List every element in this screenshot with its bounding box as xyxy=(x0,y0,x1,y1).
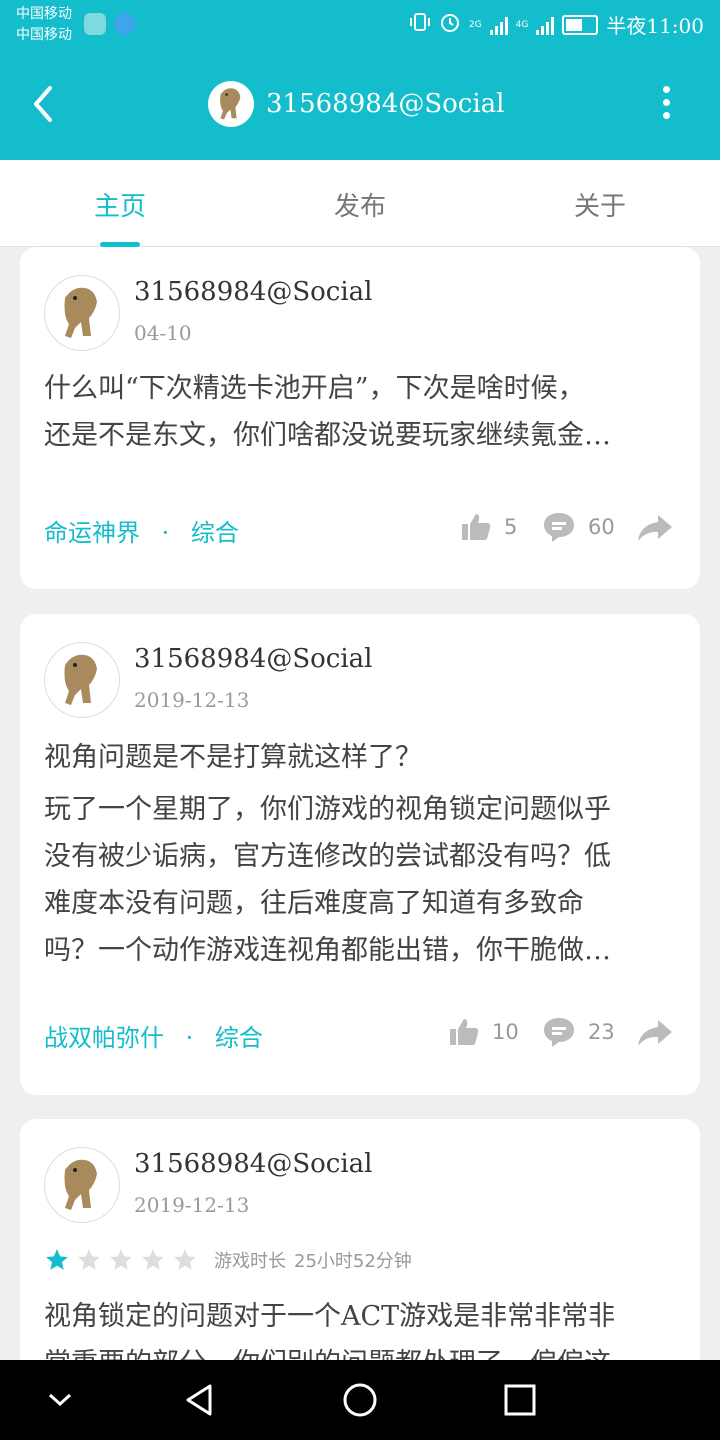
share-button[interactable] xyxy=(636,513,674,543)
app-store-icon xyxy=(84,13,106,35)
star-icon xyxy=(142,1249,164,1270)
post-body-line: 没有被少诟病，官方连修改的尝试都没有吗？低 xyxy=(44,841,611,872)
post-username[interactable]: 31568984@Social xyxy=(134,277,373,307)
tag-separator: · xyxy=(161,519,170,547)
nav-home-button[interactable] xyxy=(340,1380,380,1420)
horse-avatar-icon xyxy=(64,287,97,338)
nav-back-button[interactable] xyxy=(180,1380,220,1420)
horse-avatar-icon xyxy=(220,88,241,120)
post-title[interactable]: 视角问题是不是打算就这样了？ xyxy=(44,734,684,781)
post-feed[interactable]: 31568984@Social 04-10 什么叫“下次精选卡池开启”，下次是啥… xyxy=(0,247,720,1360)
nav-recents-button[interactable] xyxy=(500,1380,540,1420)
post-body-line: 吗？一个动作游戏连视角都能出错，你干脆做… xyxy=(44,935,611,966)
category-tag[interactable]: 综合 xyxy=(191,519,239,547)
rating-stars: 游戏时长 25小时52分钟 xyxy=(44,1247,412,1273)
share-button[interactable] xyxy=(636,1018,674,1048)
clock: 半夜11:00 xyxy=(606,14,704,38)
thumbs-up-icon xyxy=(462,514,491,540)
star-icon xyxy=(46,1249,68,1270)
post-body-line: 视角锁定的问题对于一个ACT游戏是非常非常非 xyxy=(44,1301,616,1332)
tab-posts[interactable]: 发布 xyxy=(280,186,440,223)
share-icon xyxy=(638,1020,672,1046)
tag-separator: · xyxy=(185,1024,194,1052)
vibrate-icon xyxy=(409,11,431,38)
carrier-info: 中国移动 中国移动 xyxy=(16,4,72,46)
avatar[interactable] xyxy=(44,642,120,718)
star-icon xyxy=(110,1249,132,1270)
post-card[interactable]: 31568984@Social 2019-12-13 游戏时长 25小时52分钟… xyxy=(20,1119,700,1360)
playtime-value: 25小时52分钟 xyxy=(294,1251,412,1272)
nav-collapse-icon xyxy=(48,1393,72,1407)
carrier-label-2: 中国移动 xyxy=(16,27,72,43)
carrier-label-1: 中国移动 xyxy=(16,6,72,22)
post-date: 04-10 xyxy=(134,321,192,345)
comment-icon xyxy=(544,1018,574,1047)
net-label-1: 2G xyxy=(468,19,482,30)
horse-avatar-icon xyxy=(64,1159,97,1210)
share-icon xyxy=(638,515,672,541)
header-avatar xyxy=(208,81,254,127)
post-tags: 命运神界 · 综合 xyxy=(44,513,239,548)
comment-count: 23 xyxy=(588,1020,615,1044)
back-arrow-icon xyxy=(34,86,52,122)
post-username[interactable]: 31568984@Social xyxy=(134,1149,373,1179)
post-body[interactable]: 什么叫“下次精选卡池开启”，下次是啥时候， 还是不是东文，你们啥都没说要玩家继续… xyxy=(44,365,684,459)
post-body[interactable]: 视角锁定的问题对于一个ACT游戏是非常非常非 常重要的部分，你们别的问题都处理了… xyxy=(44,1293,684,1360)
post-body-line: 常重要的部分，你们别的问题都处理了，偏偏这 xyxy=(44,1340,684,1360)
star-icon xyxy=(174,1249,196,1270)
star-row xyxy=(44,1247,204,1273)
signal-icon xyxy=(489,15,508,35)
nav-recents-icon xyxy=(504,1384,536,1416)
comment-button[interactable]: 23 xyxy=(542,1016,615,1048)
back-button[interactable] xyxy=(28,82,68,128)
like-button[interactable]: 10 xyxy=(448,1016,519,1048)
comment-icon xyxy=(544,513,574,542)
like-count: 5 xyxy=(504,515,518,539)
system-nav-bar xyxy=(0,1360,720,1440)
tab-about[interactable]: 关于 xyxy=(520,186,680,223)
comment-button[interactable]: 60 xyxy=(542,511,615,543)
post-date: 2019-12-13 xyxy=(134,1193,250,1217)
post-body-line: 还是不是东文，你们啥都没说要玩家继续氪金… xyxy=(44,420,611,451)
signal-icon-2 xyxy=(536,15,555,35)
more-vertical-icon xyxy=(656,86,676,119)
post-date: 2019-12-13 xyxy=(134,688,250,712)
status-right: 2G 4G 半夜11:00 xyxy=(409,10,704,39)
nav-back-icon xyxy=(186,1384,212,1416)
post-body-line: 玩了一个星期了，你们游戏的视角锁定问题似乎 xyxy=(44,794,611,825)
playtime-label: 游戏时长 xyxy=(214,1251,286,1272)
nav-home-icon xyxy=(343,1383,377,1417)
horse-avatar-icon xyxy=(64,654,97,705)
avatar[interactable] xyxy=(44,275,120,351)
thumbs-up-icon xyxy=(450,1019,479,1045)
post-body-line: 难度本没有问题，往后难度高了知道有多致命 xyxy=(44,888,584,919)
app-header: 中国移动 中国移动 2G 4G 半夜11:00 31568984@Social xyxy=(0,0,720,160)
game-tag[interactable]: 战双帕弥什 xyxy=(44,1024,164,1052)
post-username[interactable]: 31568984@Social xyxy=(134,644,373,674)
game-tag[interactable]: 命运神界 xyxy=(44,519,140,547)
net-label-2: 4G xyxy=(515,19,529,30)
shield-icon xyxy=(114,13,136,35)
more-menu-button[interactable] xyxy=(656,86,676,126)
alarm-icon xyxy=(439,11,461,38)
tab-home[interactable]: 主页 xyxy=(40,186,200,223)
post-body[interactable]: 玩了一个星期了，你们游戏的视角锁定问题似乎 没有被少诟病，官方连修改的尝试都没有… xyxy=(44,786,684,974)
comment-count: 60 xyxy=(588,515,615,539)
post-tags: 战双帕弥什 · 综合 xyxy=(44,1018,263,1053)
category-tag[interactable]: 综合 xyxy=(215,1024,263,1052)
post-card[interactable]: 31568984@Social 2019-12-13 视角问题是不是打算就这样了… xyxy=(20,614,700,1095)
header-title: 31568984@Social xyxy=(266,89,505,119)
star-icon xyxy=(78,1249,100,1270)
profile-tabs: 主页 发布 关于 xyxy=(0,160,720,247)
status-bar: 中国移动 中国移动 2G 4G 半夜11:00 xyxy=(0,0,720,50)
avatar[interactable] xyxy=(44,1147,120,1223)
post-card[interactable]: 31568984@Social 04-10 什么叫“下次精选卡池开启”，下次是啥… xyxy=(20,247,700,589)
post-body-line: 什么叫“下次精选卡池开启”，下次是啥时候， xyxy=(44,373,585,404)
like-count: 10 xyxy=(492,1020,519,1044)
nav-collapse-button[interactable] xyxy=(40,1380,80,1420)
like-button[interactable]: 5 xyxy=(460,511,517,543)
battery-icon xyxy=(562,14,599,35)
header-title-group: 31568984@Social xyxy=(208,80,505,128)
